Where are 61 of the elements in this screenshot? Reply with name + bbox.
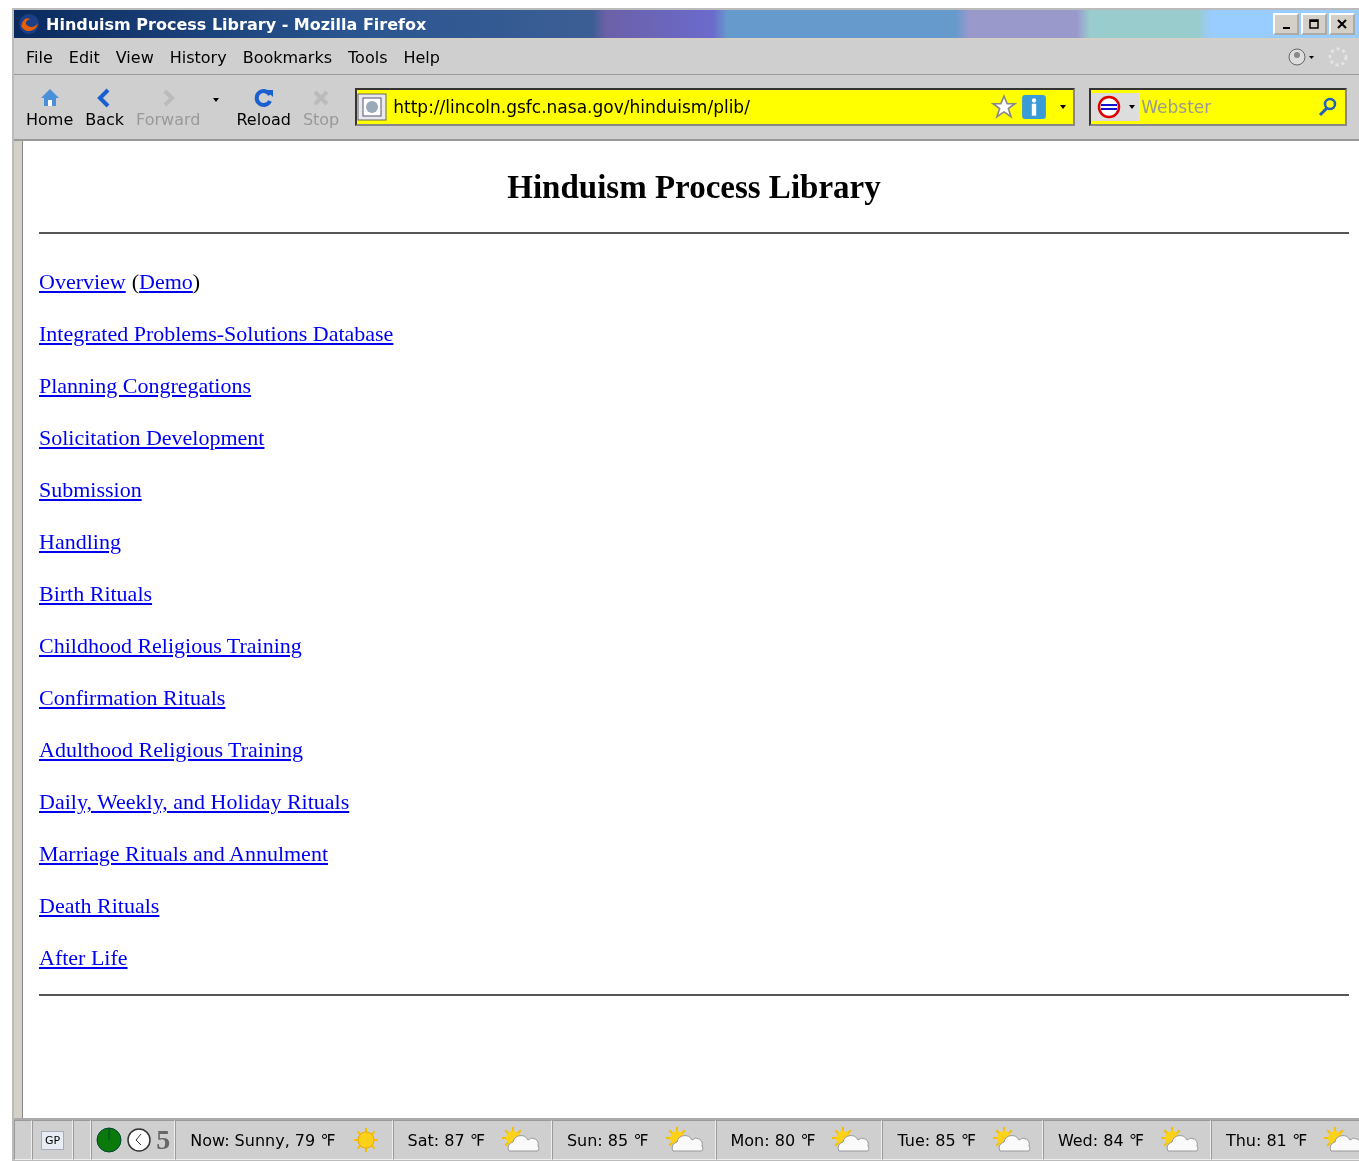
caret-icon[interactable] bbox=[1059, 104, 1068, 110]
page-link[interactable]: Death Rituals bbox=[39, 890, 160, 922]
page-link[interactable]: Planning Congregations bbox=[39, 370, 252, 402]
page-link[interactable]: Submission bbox=[39, 474, 142, 506]
minimize-icon bbox=[1282, 27, 1290, 29]
star-icon[interactable] bbox=[991, 94, 1018, 120]
maximize-button[interactable] bbox=[1301, 13, 1327, 35]
weather-panel[interactable]: Now: Sunny, 79 ℉ bbox=[175, 1120, 393, 1160]
search-bar[interactable]: Webster bbox=[1089, 88, 1348, 126]
status-circle-icon[interactable] bbox=[96, 1127, 123, 1153]
menu-item[interactable]: Edit bbox=[62, 45, 106, 69]
page-link[interactable]: Demo bbox=[139, 266, 193, 298]
weather-panel[interactable]: Mon: 80 ℉ bbox=[715, 1120, 883, 1160]
menu-item[interactable]: Tools bbox=[342, 45, 394, 69]
maximize-icon bbox=[1309, 19, 1319, 29]
page-link[interactable]: Marriage Rituals and Annulment bbox=[39, 838, 328, 870]
user-status-icon[interactable] bbox=[1287, 47, 1315, 67]
search-field[interactable]: Webster bbox=[1139, 96, 1318, 118]
menu-item[interactable]: History bbox=[163, 45, 233, 69]
page-link[interactable]: Daily, Weekly, and Holiday Rituals bbox=[39, 786, 350, 818]
page-link[interactable]: Birth Rituals bbox=[39, 578, 153, 610]
window-title: Hinduism Process Library - Mozilla Firefox bbox=[46, 14, 427, 34]
page-heading: Hinduism Process Library bbox=[506, 169, 882, 206]
page-link[interactable]: Integrated Problems-Solutions Database bbox=[39, 318, 394, 350]
search-engine-icon[interactable] bbox=[1091, 93, 1140, 121]
address-bar[interactable]: http://lincoln.gsfc.nasa.gov/hinduism/plib/ bbox=[355, 88, 1076, 126]
count-text[interactable]: 5 bbox=[156, 1124, 171, 1156]
minimize-button[interactable] bbox=[1273, 13, 1299, 35]
weather-panel[interactable]: Thu: 81 ℉ bbox=[1210, 1120, 1359, 1160]
history-dropdown-icon[interactable] bbox=[212, 97, 221, 103]
clock-icon[interactable] bbox=[126, 1127, 153, 1153]
weather-panel[interactable]: Tue: 85 ℉ bbox=[882, 1120, 1043, 1160]
page-link[interactable]: Confirmation Rituals bbox=[39, 682, 226, 714]
close-button[interactable] bbox=[1329, 13, 1355, 35]
weather-panel[interactable]: Wed: 84 ℉ bbox=[1042, 1120, 1211, 1160]
page-link[interactable]: Overview bbox=[39, 266, 126, 298]
back-button[interactable]: Back bbox=[79, 85, 131, 129]
site-identity-icon[interactable] bbox=[357, 93, 388, 121]
sidebar-grip[interactable] bbox=[14, 141, 23, 1118]
page-link[interactable]: After Life bbox=[39, 942, 128, 974]
page-link[interactable]: Handling bbox=[39, 526, 121, 558]
close-icon bbox=[1337, 19, 1347, 29]
menu-item[interactable]: View bbox=[109, 45, 160, 69]
partly-cloudy-icon bbox=[829, 1126, 872, 1154]
reload-button[interactable]: Reload bbox=[230, 85, 297, 129]
menu-item[interactable]: Help bbox=[397, 45, 446, 69]
menu-item[interactable]: Bookmarks bbox=[236, 45, 339, 69]
url-field[interactable]: http://lincoln.gsfc.nasa.gov/hinduism/plib/ bbox=[391, 96, 988, 118]
page-link[interactable]: Childhood Religious Training bbox=[39, 630, 302, 662]
partly-cloudy-icon bbox=[1321, 1126, 1359, 1154]
weather-panel[interactable]: Sun: 85 ℉ bbox=[551, 1120, 716, 1160]
page-link[interactable]: Solicitation Development bbox=[39, 422, 265, 454]
menu-item[interactable]: File bbox=[20, 45, 59, 69]
home-button[interactable]: Home bbox=[20, 85, 80, 129]
weather-panel[interactable]: Sat: 87 ℉ bbox=[392, 1120, 552, 1160]
parenthesis-text: ) bbox=[192, 268, 201, 296]
info-icon[interactable] bbox=[1021, 94, 1048, 120]
parenthesis-text: ( bbox=[131, 268, 140, 296]
gp-badge[interactable]: GP bbox=[41, 1130, 65, 1150]
page-link[interactable]: Adulthood Religious Training bbox=[39, 734, 304, 766]
firefox-logo-icon bbox=[18, 13, 40, 35]
